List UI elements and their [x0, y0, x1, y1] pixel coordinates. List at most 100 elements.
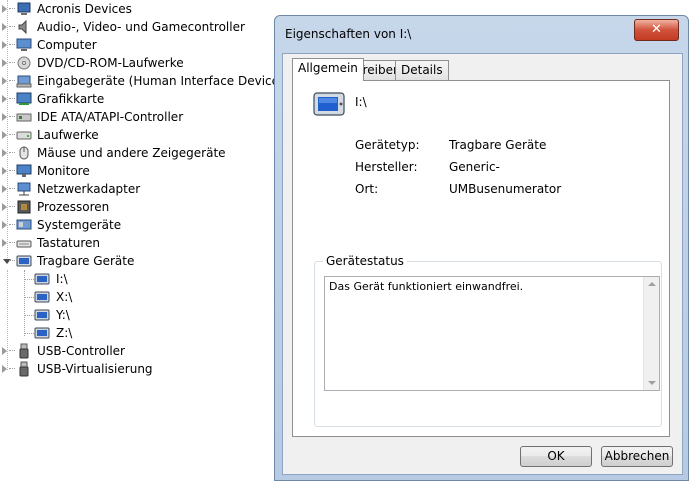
tree-item-grafikkarte[interactable]: Grafikkarte [0, 90, 275, 108]
tree-item-tastaturen[interactable]: Tastaturen [0, 234, 275, 252]
tree-item-label: Monitore [37, 164, 90, 178]
tree-item-systemgeraete[interactable]: Systemgeräte [0, 216, 275, 234]
device-status-textbox[interactable]: Das Gerät funktioniert einwandfrei. [324, 276, 660, 391]
tree-item-label: USB-Controller [37, 344, 125, 358]
keyboard-icon [16, 240, 32, 248]
tree-item-usb-controller[interactable]: USB-Controller [0, 342, 275, 360]
tree-item-ide[interactable]: IDE ATA/ATAPI-Controller [0, 108, 275, 126]
tree-item-label: USB-Virtualisierung [37, 362, 153, 376]
tree-item-laufwerke[interactable]: Laufwerke [0, 126, 275, 144]
tree-item-label: Laufwerke [37, 128, 99, 142]
portable-device-icon [313, 92, 345, 116]
expand-arrow-icon[interactable] [2, 347, 7, 355]
tree-item-computer[interactable]: Computer [0, 36, 275, 54]
expand-arrow-icon[interactable] [2, 95, 7, 103]
ide-controller-icon [16, 113, 32, 122]
manufacturer-value: Generic- [449, 160, 500, 174]
tree-item-label: X:\ [56, 290, 73, 304]
scroll-up-icon[interactable] [648, 282, 656, 286]
tree-item-prozessoren[interactable]: Prozessoren [0, 198, 275, 216]
display-adapter-icon [16, 92, 32, 105]
network-adapter-icon [17, 182, 31, 196]
status-scrollbar[interactable] [643, 277, 659, 390]
tree-item-label: IDE ATA/ATAPI-Controller [37, 110, 184, 124]
tree-child-i[interactable]: I:\ [0, 270, 275, 288]
expand-arrow-icon[interactable] [2, 365, 7, 373]
disk-drive-icon [16, 131, 32, 140]
cancel-button[interactable]: Abbrechen [601, 446, 673, 467]
tab-allgemein[interactable]: Allgemein [292, 58, 364, 81]
expand-arrow-icon[interactable] [2, 185, 7, 193]
tree-item-label: Prozessoren [37, 200, 110, 214]
tree-child-y[interactable]: Y:\ [0, 306, 275, 324]
expand-arrow-icon[interactable] [2, 239, 7, 247]
tree-item-label: Audio-, Video- und Gamecontroller [37, 20, 245, 34]
tree-item-label: Tastaturen [37, 236, 100, 250]
tree-item-label: I:\ [56, 272, 68, 286]
tree-item-monitore[interactable]: Monitore [0, 162, 275, 180]
tree-item-dvd[interactable]: DVD/CD-ROM-Laufwerke [0, 54, 275, 72]
expand-arrow-icon[interactable] [2, 131, 7, 139]
close-button[interactable]: ✕ [634, 19, 679, 41]
acronis-device-icon [17, 2, 31, 15]
speaker-icon [18, 19, 27, 35]
tree-item-hid[interactable]: Eingabegeräte (Human Interface Devices) [0, 72, 290, 90]
expand-arrow-icon[interactable] [2, 113, 7, 121]
dvd-drive-icon [17, 56, 31, 70]
portable-device-icon [34, 291, 50, 303]
monitor-icon [16, 164, 32, 177]
tree-item-label: Tragbare Geräte [37, 254, 135, 268]
hid-icon [16, 75, 32, 88]
tree-item-label: Z:\ [56, 326, 73, 340]
ok-button[interactable]: OK [520, 446, 592, 467]
tree-item-label: DVD/CD-ROM-Laufwerke [37, 56, 184, 70]
expand-arrow-icon[interactable] [2, 5, 7, 13]
dialog-titlebar[interactable]: Eigenschaften von I:\ ✕ [275, 16, 688, 52]
close-icon: ✕ [651, 22, 662, 37]
manufacturer-label: Hersteller: [355, 160, 418, 174]
processor-icon [17, 200, 31, 214]
usb-icon [19, 343, 29, 359]
tree-item-usb-virtualisierung[interactable]: USB-Virtualisierung [0, 360, 275, 378]
device-status-text: Das Gerät funktioniert einwandfrei. [329, 280, 524, 293]
device-status-group: Gerätestatus Das Gerät funktioniert einw… [314, 254, 662, 427]
portable-device-icon [34, 327, 50, 339]
tree-item-label: Y:\ [56, 308, 70, 322]
expand-arrow-icon[interactable] [2, 221, 7, 229]
expand-arrow-icon[interactable] [2, 41, 7, 49]
tree-item-tragbare-geraete[interactable]: Tragbare Geräte [0, 252, 275, 270]
tab-panel-allgemein: I:\ Gerätetyp: Tragbare Geräte Herstelle… [292, 80, 670, 437]
expand-arrow-icon[interactable] [2, 77, 7, 85]
dialog-title: Eigenschaften von I:\ [285, 27, 412, 41]
scroll-down-icon[interactable] [648, 381, 656, 385]
tree-item-label: Netzwerkadapter [37, 182, 141, 196]
tree-item-acronis-devices[interactable]: Acronis Devices [0, 0, 275, 18]
usb-icon [19, 361, 29, 377]
portable-device-icon [16, 255, 32, 267]
mouse-icon [19, 146, 29, 160]
tree-child-z[interactable]: Z:\ [0, 324, 275, 342]
location-label: Ort: [355, 182, 379, 196]
dialog-client-area: Allgemein Treiber Details I:\ Gerätetyp:… [282, 53, 683, 475]
device-tree: Acronis Devices Audio-, Video- und Gamec… [0, 0, 290, 481]
tree-item-label: Acronis Devices [37, 2, 132, 16]
expand-arrow-icon[interactable] [2, 149, 7, 157]
portable-device-icon [34, 273, 50, 285]
system-devices-icon [16, 219, 32, 230]
tree-item-label: Mäuse und andere Zeigegeräte [37, 146, 226, 160]
device-type-label: Gerätetyp: [355, 138, 420, 152]
tree-item-netzwerkadapter[interactable]: Netzwerkadapter [0, 180, 275, 198]
tab-details[interactable]: Details [395, 60, 449, 80]
expand-arrow-icon[interactable] [2, 203, 7, 211]
tree-item-audio-video[interactable]: Audio-, Video- und Gamecontroller [0, 18, 275, 36]
expand-arrow-icon[interactable] [2, 23, 7, 31]
tree-child-x[interactable]: X:\ [0, 288, 275, 306]
expand-arrow-icon[interactable] [2, 59, 7, 67]
tree-item-label: Systemgeräte [37, 218, 122, 232]
location-value: UMBusenumerator [449, 182, 562, 196]
expand-arrow-icon[interactable] [2, 167, 7, 175]
tree-item-maeuse[interactable]: Mäuse und andere Zeigegeräte [0, 144, 275, 162]
computer-icon [16, 38, 32, 51]
tree-item-label: Eingabegeräte (Human Interface Devices) [37, 74, 290, 88]
device-name: I:\ [355, 95, 367, 109]
